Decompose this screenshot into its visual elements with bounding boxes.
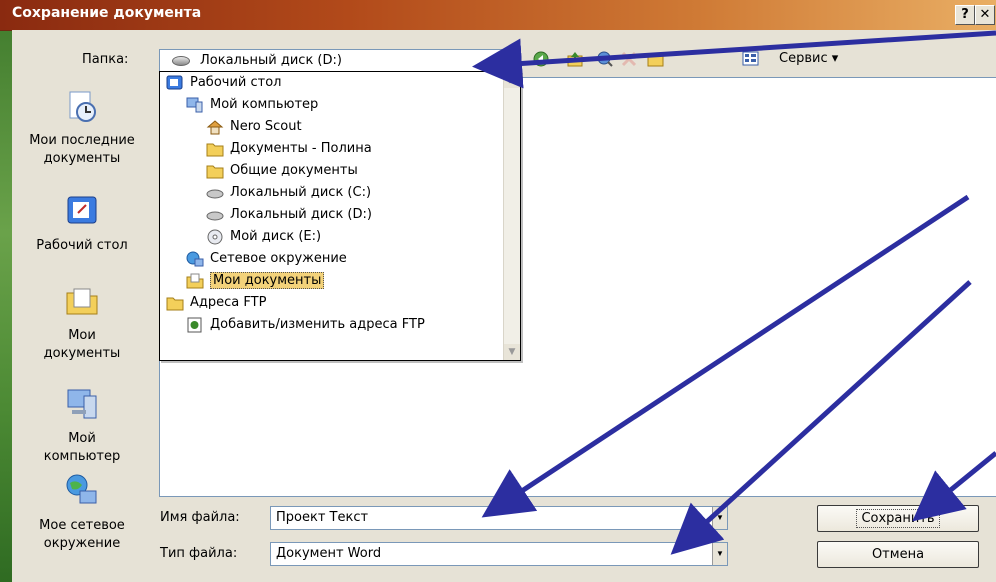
- up-folder-icon[interactable]: [566, 50, 584, 68]
- folder-value: Локальный диск (D:): [200, 53, 342, 68]
- service-menu[interactable]: Сервис ▾: [779, 51, 838, 66]
- ftp-edit-icon: [187, 317, 202, 332]
- dropdown-scrollbar[interactable]: ▲ ▼: [503, 72, 520, 360]
- back-icon[interactable]: [532, 50, 550, 68]
- nero-scout-icon: [206, 119, 224, 134]
- views-icon[interactable]: [742, 50, 760, 68]
- place-recent[interactable]: Мои последние документы: [12, 88, 152, 168]
- place-desktop[interactable]: Рабочий стол: [12, 193, 152, 255]
- place-my-documents[interactable]: Мои документы: [12, 283, 152, 363]
- list-item-label: Сетевое окружение: [210, 251, 347, 266]
- chevron-down-icon[interactable]: ▼: [712, 507, 727, 529]
- list-item-label: Локальный диск (D:): [230, 207, 372, 222]
- list-item[interactable]: Добавить/изменить адреса FTP: [186, 314, 425, 336]
- folder-label: Папка:: [82, 52, 129, 67]
- disk-icon: [206, 189, 224, 198]
- list-item-label: Мой компьютер: [210, 97, 319, 112]
- scroll-down-icon[interactable]: ▼: [504, 344, 520, 360]
- folder-icon: [206, 143, 224, 156]
- file-name-label: Имя файла:: [160, 510, 240, 525]
- place-label: Мои последние: [29, 133, 135, 148]
- save-button[interactable]: Сохранить: [817, 505, 979, 532]
- place-label: Мое сетевое: [39, 518, 125, 533]
- file-name-value: Проект Текст: [276, 510, 369, 525]
- cancel-button-label: Отмена: [871, 547, 925, 562]
- folder-select[interactable]: Локальный диск (D:): [159, 49, 519, 73]
- my-documents-icon: [66, 288, 98, 315]
- scroll-up-icon[interactable]: ▲: [504, 72, 520, 88]
- list-item[interactable]: Мой диск (E:): [206, 226, 321, 248]
- file-type-label: Тип файла:: [160, 546, 238, 561]
- desktop-icon: [166, 75, 183, 89]
- file-type-select[interactable]: Документ Word ▼: [270, 542, 728, 566]
- list-item-label: Адреса FTP: [190, 295, 267, 310]
- close-button[interactable]: ✕: [975, 5, 995, 25]
- my-computer-icon: [67, 389, 97, 419]
- desktop-icon: [67, 196, 97, 224]
- list-item-label: Рабочий стол: [190, 75, 282, 90]
- file-type-value: Документ Word: [276, 546, 382, 561]
- window-title: Сохранение документа: [12, 5, 202, 21]
- list-item-label: Мои документы: [210, 272, 325, 289]
- place-network[interactable]: Мое сетевое окружение: [12, 473, 152, 553]
- recent-documents-icon: [69, 91, 96, 122]
- place-label: компьютер: [43, 449, 121, 464]
- file-name-field[interactable]: Проект Текст ▼: [270, 506, 728, 530]
- place-label: Мой: [68, 431, 96, 446]
- list-item[interactable]: Локальный диск (C:): [206, 182, 371, 204]
- disk-icon: [206, 211, 224, 220]
- help-button[interactable]: ?: [955, 5, 975, 25]
- cancel-button[interactable]: Отмена: [817, 541, 979, 568]
- list-item[interactable]: Мой компьютер: [186, 94, 318, 116]
- chevron-down-icon[interactable]: ▼: [712, 543, 727, 565]
- save-dialog: Папка: Локальный диск (D:) Сервис ▾ Мои …: [12, 30, 996, 582]
- slide-background: [0, 0, 12, 582]
- save-button-label: Сохранить: [856, 509, 940, 528]
- list-item-label: Общие документы: [230, 163, 358, 178]
- delete-icon[interactable]: [620, 50, 638, 68]
- place-label: Рабочий стол: [36, 238, 128, 253]
- folder-icon: [166, 297, 184, 310]
- network-icon: [186, 251, 204, 266]
- my-documents-icon: [186, 273, 204, 288]
- computer-icon: [186, 97, 203, 112]
- list-item[interactable]: Локальный диск (D:): [206, 204, 372, 226]
- place-label: окружение: [43, 536, 121, 551]
- folder-dropdown-list: Рабочий стол Мой компьютер Nero Scout До…: [159, 71, 521, 361]
- list-item[interactable]: Сетевое окружение: [186, 248, 347, 270]
- places-bar: Мои последние документы Рабочий стол Мои…: [12, 78, 152, 582]
- list-item-label: Документы - Полина: [230, 141, 372, 156]
- search-web-icon[interactable]: [596, 50, 614, 68]
- cd-drive-icon: [207, 229, 223, 244]
- list-item-label: Добавить/изменить адреса FTP: [210, 317, 425, 332]
- list-item[interactable]: Nero Scout: [206, 116, 302, 138]
- place-my-computer[interactable]: Мой компьютер: [12, 386, 152, 466]
- list-item[interactable]: Документы - Полина: [206, 138, 372, 160]
- network-icon: [66, 474, 97, 504]
- list-item[interactable]: Рабочий стол: [166, 72, 281, 94]
- place-label: Мои: [68, 328, 96, 343]
- new-folder-icon[interactable]: [647, 50, 665, 68]
- place-label: документы: [43, 346, 121, 361]
- list-item-label: Мой диск (E:): [230, 229, 322, 244]
- place-label: документы: [43, 151, 121, 166]
- folder-icon: [206, 165, 224, 178]
- list-item[interactable]: Адреса FTP: [166, 292, 266, 314]
- list-item-label: Локальный диск (C:): [230, 185, 372, 200]
- list-item-selected[interactable]: Мои документы: [186, 270, 325, 292]
- title-bar: Сохранение документа ? ✕: [0, 0, 996, 31]
- list-item-label: Nero Scout: [230, 119, 302, 134]
- disk-icon: [172, 56, 190, 66]
- list-item[interactable]: Общие документы: [206, 160, 358, 182]
